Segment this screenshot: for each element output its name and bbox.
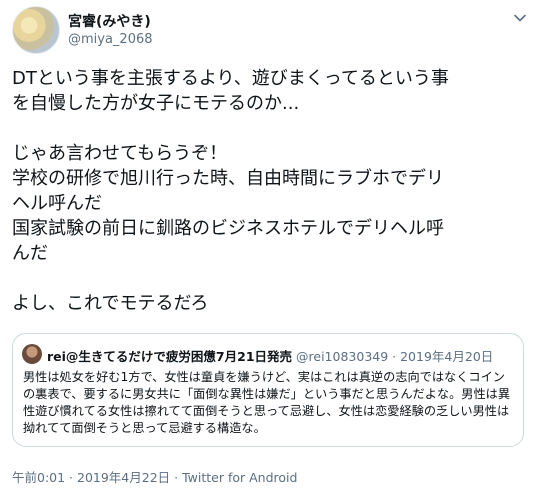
quoted-text: 男性は処女を好む1方で、女性は童貞を嫌うけど、実はこれは真逆の志向ではなくコイン… xyxy=(23,370,511,435)
quoted-header: rei@生きてるだけで疲労困憊7月21日発売 @rei10830349 · 201… xyxy=(47,346,493,365)
chevron-down-icon[interactable] xyxy=(512,10,528,26)
tweet-footer[interactable]: 午前0:01 · 2019年4月22日 · Twitter for Androi… xyxy=(12,467,297,486)
author-handle[interactable]: @miya_2068 xyxy=(68,32,153,47)
avatar[interactable] xyxy=(12,6,60,54)
quoted-avatar xyxy=(22,344,42,364)
quoted-meta: @rei10830349 · 2019年4月20日 xyxy=(296,349,494,364)
quoted-author-name: rei@生きてるだけで疲労困憊7月21日発売 xyxy=(47,349,293,364)
quoted-tweet[interactable]: rei@生きてるだけで疲労困憊7月21日発売 @rei10830349 · 201… xyxy=(12,333,524,447)
tweet-text: DTという事を主張するより、遊びまくってるという事 を自慢した方が女子にモテるの… xyxy=(12,68,449,314)
author-name[interactable]: 宮睿(みやき) xyxy=(68,11,151,31)
